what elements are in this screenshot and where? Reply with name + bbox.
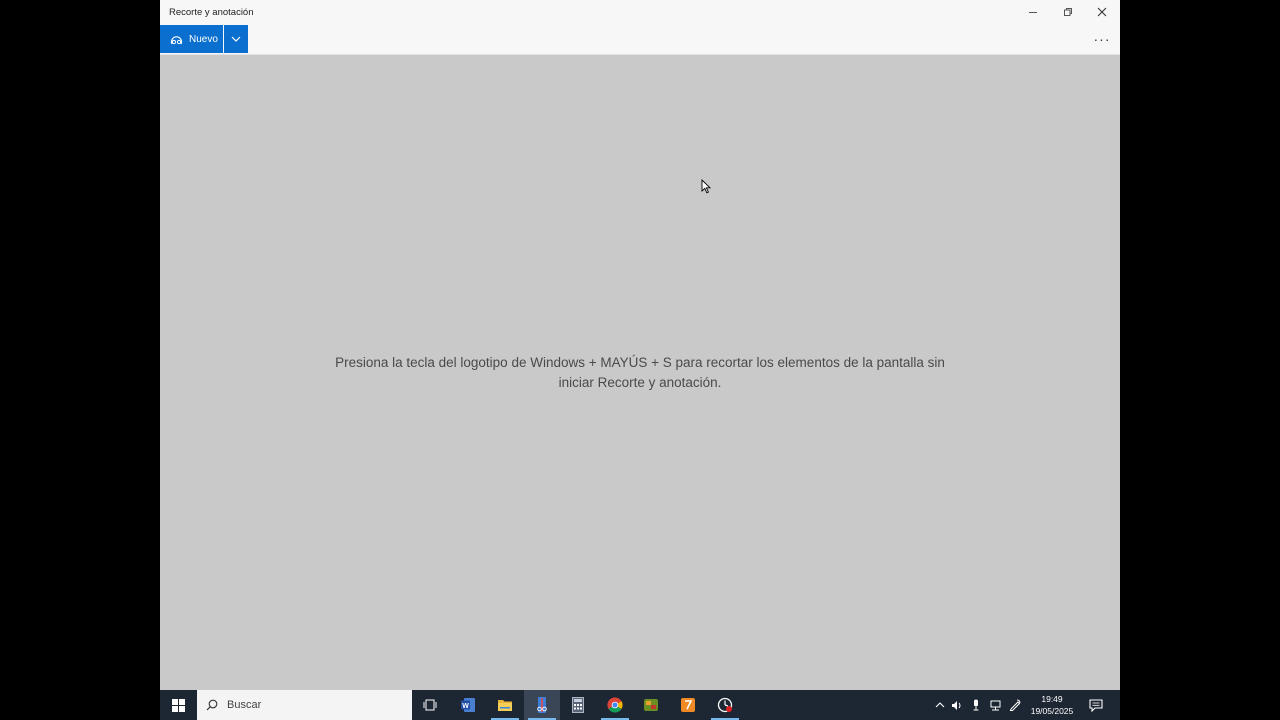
windows-logo-icon — [171, 698, 185, 712]
minimize-button[interactable] — [1016, 0, 1050, 24]
notifications-icon — [1088, 698, 1103, 712]
network-icon — [990, 700, 1000, 710]
app-icon — [644, 699, 658, 711]
snipping-tool-icon — [537, 697, 547, 713]
clock-date: 19/05/2025 — [1030, 706, 1074, 716]
notifications-button[interactable] — [1084, 690, 1108, 720]
taskbar: Buscar W 19:49 19/05/2025 — [160, 690, 1120, 720]
restore-button[interactable] — [1051, 0, 1085, 24]
taskbar-app[interactable] — [633, 690, 669, 720]
search-icon — [206, 699, 218, 711]
new-snip-label: Nuevo — [189, 33, 218, 45]
mouse-cursor-icon — [701, 179, 711, 194]
screen-recorder-icon — [717, 697, 733, 713]
chevron-up-icon — [935, 702, 945, 708]
clock-time: 19:49 — [1041, 694, 1063, 704]
microphone-button[interactable] — [969, 690, 983, 720]
window-title: Recorte y anotación — [169, 7, 254, 18]
volume-icon — [952, 700, 961, 710]
snip-icon — [170, 33, 183, 46]
pen-icon — [1009, 699, 1021, 711]
taskbar-office[interactable] — [670, 690, 706, 720]
taskbar-screen-recorder[interactable] — [707, 690, 743, 720]
new-snip-mode-dropdown[interactable] — [224, 25, 248, 53]
start-button[interactable] — [160, 690, 196, 720]
taskbar-search-box[interactable]: Buscar — [197, 690, 412, 720]
svg-text:W: W — [462, 703, 469, 710]
microphone-icon — [973, 699, 979, 711]
chrome-icon — [607, 697, 623, 713]
taskbar-file-explorer[interactable] — [487, 690, 523, 720]
taskbar-snipping-tool[interactable] — [524, 690, 560, 720]
taskbar-chrome[interactable] — [597, 690, 633, 720]
task-view-icon — [423, 699, 437, 711]
minimize-icon — [1029, 12, 1037, 13]
snip-canvas: Presiona la tecla del logotipo de Window… — [160, 55, 1120, 690]
pen-button[interactable] — [1007, 690, 1023, 720]
more-options-button[interactable]: ··· — [1090, 28, 1114, 50]
screen: Recorte y anotación Nuevo ··· Presiona l… — [160, 0, 1120, 720]
office-icon — [681, 698, 695, 712]
chevron-down-icon — [231, 36, 241, 42]
task-view-button[interactable] — [412, 690, 448, 720]
title-bar: Recorte y anotación — [160, 0, 1120, 24]
close-button[interactable] — [1085, 0, 1119, 24]
close-icon — [1097, 7, 1107, 17]
system-clock[interactable]: 19:49 19/05/2025 — [1026, 693, 1078, 717]
restore-icon — [1064, 8, 1072, 16]
word-icon: W — [461, 698, 475, 712]
shortcut-hint-text: Presiona la tecla del logotipo de Window… — [335, 355, 945, 390]
calculator-icon — [572, 697, 584, 713]
show-hidden-icons-button[interactable] — [934, 690, 946, 720]
taskbar-calculator[interactable] — [560, 690, 596, 720]
network-button[interactable] — [987, 690, 1003, 720]
taskbar-word[interactable]: W — [450, 690, 486, 720]
new-snip-button[interactable]: Nuevo — [160, 25, 223, 53]
file-explorer-icon — [498, 700, 512, 711]
volume-button[interactable] — [950, 690, 964, 720]
search-placeholder: Buscar — [227, 699, 262, 711]
toolbar: Nuevo ··· — [160, 24, 1120, 55]
